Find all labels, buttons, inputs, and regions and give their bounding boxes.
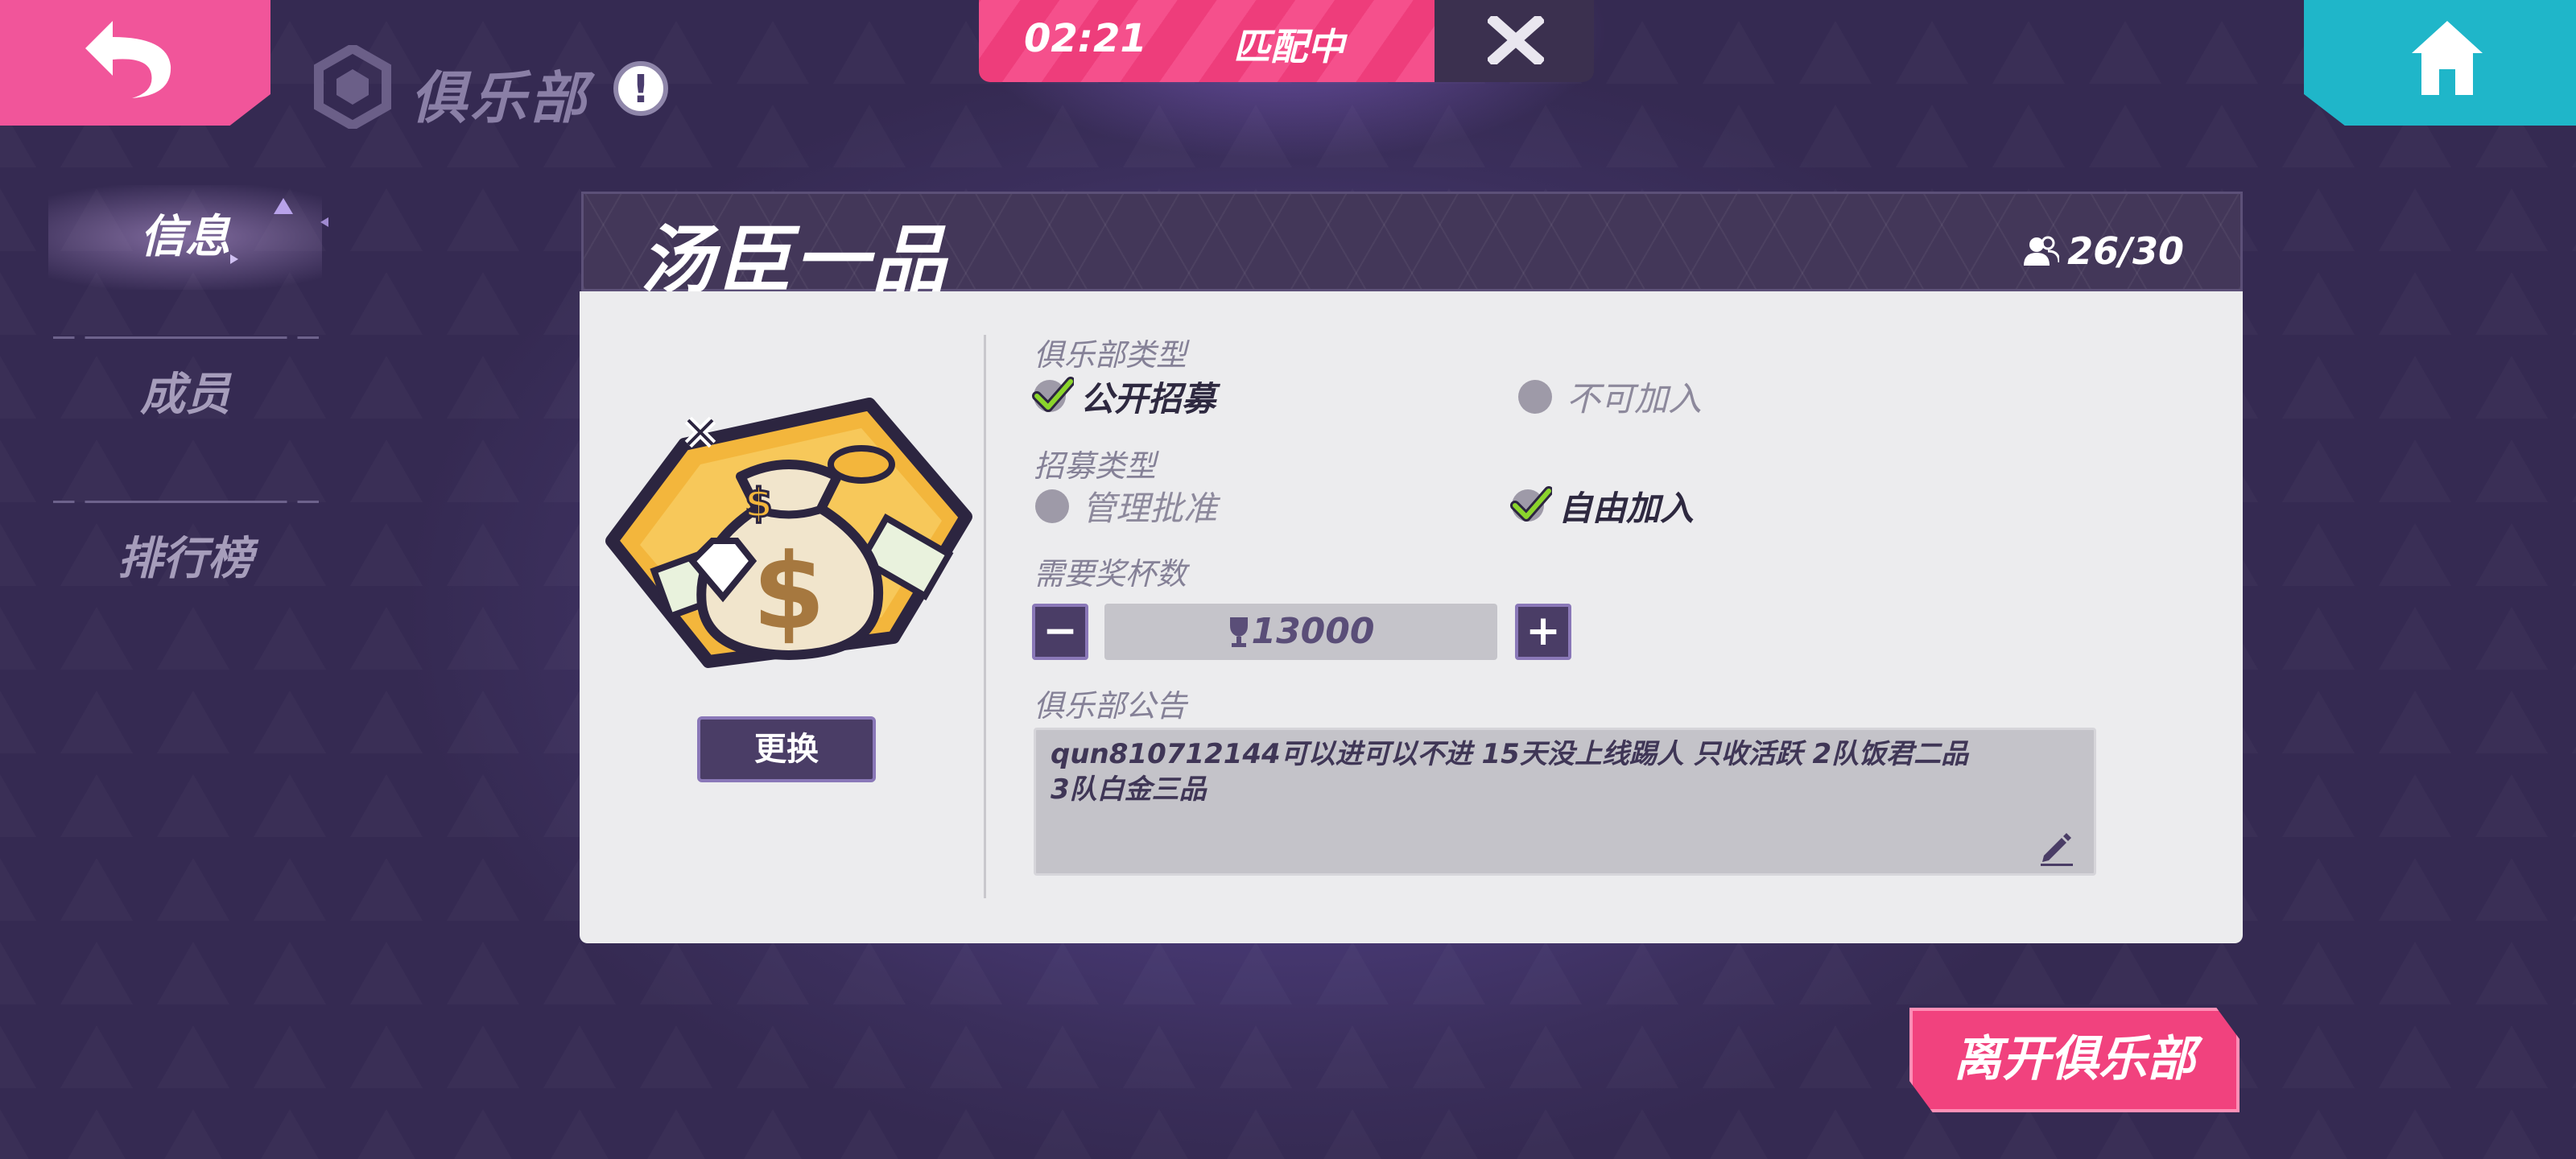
members-icon [2024,236,2061,266]
recruit-type-label: 招募类型 [1034,448,1157,484]
club-logo-icon [314,45,391,129]
check-icon [1510,486,1552,522]
club-notice-text: qun810712144可以进可以不进 15天没上线踢人 只收活跃 2队饭君二品… [1051,738,1969,806]
matchmaking-bar: 02:21 匹配中 [979,0,1594,82]
edit-pencil-icon[interactable] [2037,828,2076,867]
trophy-requirement-field[interactable]: 13000 [1104,604,1497,660]
decor-triangle [230,254,238,264]
check-icon [1032,377,1074,412]
sidebar-item-members[interactable]: 成员 [48,343,322,448]
decor-triangle [274,198,293,214]
back-arrow-icon [85,21,171,98]
club-emblem-money-bag-icon: $ $ [605,398,972,668]
club-notice-label: 俱乐部公告 [1034,688,1187,724]
home-button[interactable] [2304,0,2576,126]
svg-text:$: $ [753,530,825,653]
radio-unselected[interactable] [1518,380,1552,414]
club-type-label: 俱乐部类型 [1034,337,1187,373]
decor-triangle [320,217,328,227]
club-notice-box[interactable]: qun810712144可以进可以不进 15天没上线踢人 只收活跃 2队饭君二品… [1034,728,2096,876]
svg-text:$: $ [745,480,773,526]
trophy-icon [1230,617,1249,647]
page-title: 俱乐部 [411,65,589,131]
leave-club-button[interactable]: 离开俱乐部 [1909,1008,2240,1112]
home-icon [2412,21,2483,95]
info-icon[interactable]: ! [613,61,668,116]
member-count-value: 26/30 [2067,229,2184,273]
sidebar-item-leaderboard[interactable]: 排行榜 [48,507,322,612]
matchmaking-status: 匹配中 [1233,25,1344,68]
trophy-decrease-button[interactable]: − [1032,604,1088,660]
panel-divider [984,335,986,898]
radio-unselected[interactable] [1035,489,1069,523]
recruit-type-option-free[interactable]: 自由加入 [1558,481,1694,530]
matchmaking-timer: 02:21 [1024,16,1147,61]
club-info-panel: $ $ 更换 俱乐部类型 公开招募 不可加入 招募类型 管理批准 自由加入 需要… [580,291,2243,943]
back-button[interactable] [0,0,270,126]
trophy-increase-button[interactable]: + [1515,604,1571,660]
sidebar-divider [53,336,319,339]
trophy-requirement-label: 需要奖杯数 [1034,556,1187,592]
club-type-option-closed[interactable]: 不可加入 [1567,372,1702,421]
member-count: 26/30 [2024,229,2184,273]
cancel-matchmaking-close-icon[interactable] [1488,16,1544,64]
club-header: 汤臣一品 26/30 [581,192,2243,303]
change-emblem-button[interactable]: 更换 [697,716,876,782]
sidebar-divider [53,501,319,503]
trophy-requirement-value: 13000 [1251,611,1375,652]
club-type-option-public[interactable]: 公开招募 [1080,372,1216,421]
recruit-type-option-approval[interactable]: 管理批准 [1082,481,1217,530]
